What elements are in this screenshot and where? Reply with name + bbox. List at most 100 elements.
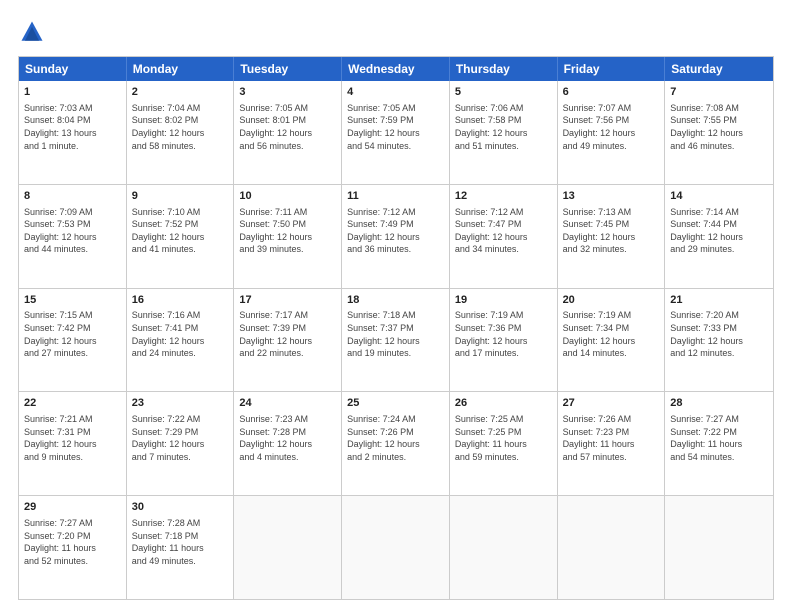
cell-details: Sunrise: 7:27 AMSunset: 7:20 PMDaylight:…	[24, 517, 121, 567]
cell-details: Sunrise: 7:24 AMSunset: 7:26 PMDaylight:…	[347, 413, 444, 463]
calendar-cell-18: 18Sunrise: 7:18 AMSunset: 7:37 PMDayligh…	[342, 289, 450, 392]
day-number: 25	[347, 396, 444, 411]
day-number: 21	[670, 293, 768, 308]
day-number: 20	[563, 293, 660, 308]
calendar-body: 1 Sunrise: 7:03 AMSunset: 8:04 PMDaylight…	[19, 81, 773, 599]
cell-details: Sunrise: 7:11 AMSunset: 7:50 PMDaylight:…	[239, 206, 336, 256]
day-number: 15	[24, 293, 121, 308]
calendar-cell-21: 21Sunrise: 7:20 AMSunset: 7:33 PMDayligh…	[665, 289, 773, 392]
day-number: 11	[347, 189, 444, 204]
cell-details: Sunrise: 7:28 AMSunset: 7:18 PMDaylight:…	[132, 517, 229, 567]
calendar-cell-19: 19Sunrise: 7:19 AMSunset: 7:36 PMDayligh…	[450, 289, 558, 392]
calendar-cell-14: 14Sunrise: 7:14 AMSunset: 7:44 PMDayligh…	[665, 185, 773, 288]
cell-details: Sunrise: 7:14 AMSunset: 7:44 PMDaylight:…	[670, 206, 768, 256]
header-day-friday: Friday	[558, 57, 666, 81]
calendar-cell-24: 24 Sunrise: 7:23 AMSunset: 7:28 PMDayligh…	[234, 392, 342, 495]
day-number: 24	[239, 396, 336, 411]
day-number: 6	[563, 85, 660, 100]
header-day-monday: Monday	[127, 57, 235, 81]
calendar-cell-16: 16Sunrise: 7:16 AMSunset: 7:41 PMDayligh…	[127, 289, 235, 392]
day-number: 4	[347, 85, 444, 100]
cell-details: Sunrise: 7:20 AMSunset: 7:33 PMDaylight:…	[670, 309, 768, 359]
calendar-cell-28: 28 Sunrise: 7:27 AMSunset: 7:22 PMDayligh…	[665, 392, 773, 495]
calendar-cell-5: 5 Sunrise: 7:06 AMSunset: 7:58 PMDaylight…	[450, 81, 558, 184]
calendar-cell-empty	[558, 496, 666, 599]
day-number: 7	[670, 85, 768, 100]
calendar-cell-29: 29 Sunrise: 7:27 AMSunset: 7:20 PMDayligh…	[19, 496, 127, 599]
calendar-cell-4: 4 Sunrise: 7:05 AMSunset: 7:59 PMDaylight…	[342, 81, 450, 184]
cell-details: Sunrise: 7:26 AMSunset: 7:23 PMDaylight:…	[563, 413, 660, 463]
day-number: 30	[132, 500, 229, 515]
cell-details: Sunrise: 7:21 AMSunset: 7:31 PMDaylight:…	[24, 413, 121, 463]
cell-details: Sunrise: 7:25 AMSunset: 7:25 PMDaylight:…	[455, 413, 552, 463]
cell-details: Sunrise: 7:05 AMSunset: 7:59 PMDaylight:…	[347, 102, 444, 152]
calendar-cell-13: 13 Sunrise: 7:13 AMSunset: 7:45 PMDayligh…	[558, 185, 666, 288]
day-number: 9	[132, 189, 229, 204]
day-number: 8	[24, 189, 121, 204]
calendar-cell-23: 23 Sunrise: 7:22 AMSunset: 7:29 PMDayligh…	[127, 392, 235, 495]
day-number: 13	[563, 189, 660, 204]
calendar-cell-7: 7Sunrise: 7:08 AMSunset: 7:55 PMDaylight…	[665, 81, 773, 184]
day-number: 5	[455, 85, 552, 100]
calendar-row-4: 29 Sunrise: 7:27 AMSunset: 7:20 PMDayligh…	[19, 495, 773, 599]
header-day-saturday: Saturday	[665, 57, 773, 81]
cell-details: Sunrise: 7:10 AMSunset: 7:52 PMDaylight:…	[132, 206, 229, 256]
calendar-cell-10: 10 Sunrise: 7:11 AMSunset: 7:50 PMDayligh…	[234, 185, 342, 288]
calendar-header: SundayMondayTuesdayWednesdayThursdayFrid…	[19, 57, 773, 81]
day-number: 19	[455, 293, 552, 308]
calendar-cell-27: 27 Sunrise: 7:26 AMSunset: 7:23 PMDayligh…	[558, 392, 666, 495]
day-number: 17	[239, 293, 336, 308]
cell-details: Sunrise: 7:12 AMSunset: 7:47 PMDaylight:…	[455, 206, 552, 256]
calendar-cell-empty	[342, 496, 450, 599]
calendar-cell-empty	[665, 496, 773, 599]
calendar-cell-1: 1 Sunrise: 7:03 AMSunset: 8:04 PMDaylight…	[19, 81, 127, 184]
day-number: 27	[563, 396, 660, 411]
calendar-cell-15: 15Sunrise: 7:15 AMSunset: 7:42 PMDayligh…	[19, 289, 127, 392]
calendar-cell-12: 12Sunrise: 7:12 AMSunset: 7:47 PMDayligh…	[450, 185, 558, 288]
cell-details: Sunrise: 7:03 AMSunset: 8:04 PMDaylight:…	[24, 102, 121, 152]
calendar-cell-17: 17Sunrise: 7:17 AMSunset: 7:39 PMDayligh…	[234, 289, 342, 392]
calendar-cell-25: 25 Sunrise: 7:24 AMSunset: 7:26 PMDayligh…	[342, 392, 450, 495]
calendar-cell-empty	[450, 496, 558, 599]
cell-details: Sunrise: 7:06 AMSunset: 7:58 PMDaylight:…	[455, 102, 552, 152]
calendar-row-1: 8Sunrise: 7:09 AMSunset: 7:53 PMDaylight…	[19, 184, 773, 288]
header-day-tuesday: Tuesday	[234, 57, 342, 81]
day-number: 18	[347, 293, 444, 308]
logo-icon	[18, 18, 46, 46]
cell-details: Sunrise: 7:23 AMSunset: 7:28 PMDaylight:…	[239, 413, 336, 463]
cell-details: Sunrise: 7:16 AMSunset: 7:41 PMDaylight:…	[132, 309, 229, 359]
cell-details: Sunrise: 7:04 AMSunset: 8:02 PMDaylight:…	[132, 102, 229, 152]
cell-details: Sunrise: 7:19 AMSunset: 7:34 PMDaylight:…	[563, 309, 660, 359]
day-number: 16	[132, 293, 229, 308]
calendar-row-0: 1 Sunrise: 7:03 AMSunset: 8:04 PMDaylight…	[19, 81, 773, 184]
page: SundayMondayTuesdayWednesdayThursdayFrid…	[0, 0, 792, 612]
calendar-cell-8: 8Sunrise: 7:09 AMSunset: 7:53 PMDaylight…	[19, 185, 127, 288]
calendar-cell-26: 26 Sunrise: 7:25 AMSunset: 7:25 PMDayligh…	[450, 392, 558, 495]
cell-details: Sunrise: 7:15 AMSunset: 7:42 PMDaylight:…	[24, 309, 121, 359]
calendar-cell-30: 30 Sunrise: 7:28 AMSunset: 7:18 PMDayligh…	[127, 496, 235, 599]
calendar-cell-9: 9 Sunrise: 7:10 AMSunset: 7:52 PMDaylight…	[127, 185, 235, 288]
cell-details: Sunrise: 7:13 AMSunset: 7:45 PMDaylight:…	[563, 206, 660, 256]
calendar-cell-6: 6 Sunrise: 7:07 AMSunset: 7:56 PMDaylight…	[558, 81, 666, 184]
day-number: 29	[24, 500, 121, 515]
cell-details: Sunrise: 7:27 AMSunset: 7:22 PMDaylight:…	[670, 413, 768, 463]
cell-details: Sunrise: 7:07 AMSunset: 7:56 PMDaylight:…	[563, 102, 660, 152]
calendar: SundayMondayTuesdayWednesdayThursdayFrid…	[18, 56, 774, 600]
day-number: 28	[670, 396, 768, 411]
day-number: 3	[239, 85, 336, 100]
day-number: 26	[455, 396, 552, 411]
header-day-thursday: Thursday	[450, 57, 558, 81]
cell-details: Sunrise: 7:22 AMSunset: 7:29 PMDaylight:…	[132, 413, 229, 463]
header	[18, 18, 774, 46]
cell-details: Sunrise: 7:18 AMSunset: 7:37 PMDaylight:…	[347, 309, 444, 359]
day-number: 1	[24, 85, 121, 100]
header-day-wednesday: Wednesday	[342, 57, 450, 81]
day-number: 10	[239, 189, 336, 204]
calendar-cell-11: 11Sunrise: 7:12 AMSunset: 7:49 PMDayligh…	[342, 185, 450, 288]
day-number: 23	[132, 396, 229, 411]
calendar-row-3: 22Sunrise: 7:21 AMSunset: 7:31 PMDayligh…	[19, 391, 773, 495]
cell-details: Sunrise: 7:19 AMSunset: 7:36 PMDaylight:…	[455, 309, 552, 359]
calendar-cell-3: 3Sunrise: 7:05 AMSunset: 8:01 PMDaylight…	[234, 81, 342, 184]
calendar-cell-2: 2Sunrise: 7:04 AMSunset: 8:02 PMDaylight…	[127, 81, 235, 184]
calendar-cell-empty	[234, 496, 342, 599]
